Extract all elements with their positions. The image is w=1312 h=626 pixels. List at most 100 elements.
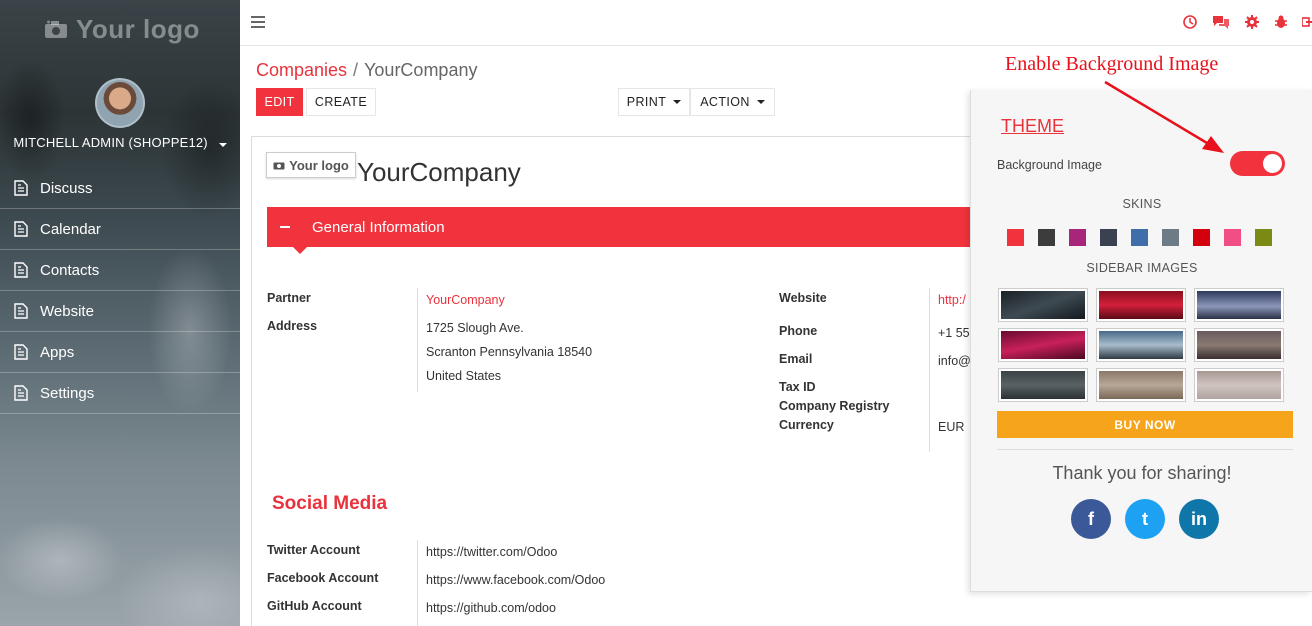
caret-down-icon <box>756 100 765 104</box>
sidebar-item-settings[interactable]: Settings <box>0 373 240 414</box>
skin-swatch[interactable] <box>1100 229 1117 246</box>
action-dropdown[interactable]: ACTION <box>690 88 775 116</box>
sidebar-image-thumbnail[interactable] <box>999 289 1087 321</box>
sidebar-image-thumbnail[interactable] <box>1195 329 1283 361</box>
partner-link[interactable]: YourCompany <box>426 293 505 307</box>
website-label: Website <box>779 291 827 305</box>
linkedin-icon: in <box>1191 508 1207 529</box>
bug-icon[interactable] <box>1274 14 1288 30</box>
sidebar-image-thumbnail[interactable] <box>1097 369 1185 401</box>
sidebar-item-label: Discuss <box>40 179 93 197</box>
buy-now-button[interactable]: BUY NOW <box>997 411 1293 438</box>
website-link[interactable]: http:/ <box>938 293 966 307</box>
field-divider <box>417 540 418 626</box>
linkedin-share-button[interactable]: in <box>1179 499 1219 539</box>
facebook-icon: f <box>1088 508 1094 529</box>
toggle-knob <box>1263 154 1282 173</box>
skin-swatch[interactable] <box>1162 229 1179 246</box>
facebook-label: Facebook Account <box>267 571 379 585</box>
skin-swatch[interactable] <box>1255 229 1272 246</box>
social-media-title: Social Media <box>272 493 388 514</box>
camera-icon <box>273 162 285 170</box>
skin-swatch[interactable] <box>1069 229 1086 246</box>
panel-divider <box>997 449 1293 450</box>
background-image-toggle[interactable] <box>1230 151 1285 176</box>
taxid-label: Tax ID <box>779 380 816 394</box>
address-line-1: 1725 Slough Ave. <box>426 321 524 335</box>
caret-down-icon <box>218 143 227 147</box>
sidebar-menu: Discuss Calendar Contacts Website Apps S… <box>0 168 240 414</box>
user-name: MITCHELL ADMIN (SHOPPE12) <box>13 135 208 150</box>
skin-swatch[interactable] <box>1193 229 1210 246</box>
chat-icon[interactable] <box>1212 14 1230 30</box>
skin-swatch[interactable] <box>1038 229 1055 246</box>
twitter-share-button[interactable]: t <box>1125 499 1165 539</box>
skin-swatch[interactable] <box>1224 229 1241 246</box>
company-logo[interactable]: Your logo <box>266 152 356 178</box>
address-label: Address <box>267 319 318 333</box>
sidebar-image-thumbnail[interactable] <box>1195 289 1283 321</box>
clock-icon[interactable] <box>1182 14 1198 30</box>
sidebar-item-label: Apps <box>40 343 75 361</box>
breadcrumb-companies-link[interactable]: Companies <box>256 60 347 80</box>
sidebar-images-grid <box>999 289 1283 401</box>
document-icon <box>14 385 28 401</box>
twitter-value: https://twitter.com/Odoo <box>426 545 558 559</box>
skin-swatch[interactable] <box>1007 229 1024 246</box>
document-icon <box>14 344 28 360</box>
twitter-label: Twitter Account <box>267 543 361 557</box>
sidebar-item-website[interactable]: Website <box>0 291 240 332</box>
sidebar-item-label: Website <box>40 302 94 320</box>
sidebar-logo[interactable]: Your logo <box>44 12 204 46</box>
sidebar-item-label: Contacts <box>40 261 100 279</box>
avatar[interactable] <box>95 78 145 128</box>
field-divider <box>929 288 930 452</box>
sidebar-image-thumbnail[interactable] <box>999 369 1087 401</box>
theme-panel: THEME Background Image SKINS SIDEBAR IMA… <box>970 90 1312 592</box>
sidebar-item-label: Settings <box>40 384 95 402</box>
top-bar <box>240 0 1312 46</box>
sidebar-item-discuss[interactable]: Discuss <box>0 168 240 209</box>
company-name: YourCompany <box>357 157 521 187</box>
sidebar-image-thumbnail[interactable] <box>1195 369 1283 401</box>
print-label: PRINT <box>626 95 667 109</box>
skins-list <box>1007 229 1272 246</box>
email-label: Email <box>779 352 813 366</box>
breadcrumb: Companies / YourCompany <box>256 60 477 81</box>
user-menu[interactable]: MITCHELL ADMIN (SHOPPE12) <box>0 135 240 150</box>
github-value: https://github.com/odoo <box>426 601 556 615</box>
create-button[interactable]: CREATE <box>306 88 376 116</box>
logout-icon[interactable] <box>1302 14 1312 30</box>
print-dropdown[interactable]: PRINT <box>618 88 690 116</box>
sidebar-item-contacts[interactable]: Contacts <box>0 250 240 291</box>
company-registry-label: Company Registry <box>779 399 890 413</box>
skin-swatch[interactable] <box>1131 229 1148 246</box>
breadcrumb-separator: / <box>353 60 359 80</box>
sidebar-item-apps[interactable]: Apps <box>0 332 240 373</box>
section-general-information[interactable]: General Information <box>267 207 977 254</box>
sidebar-image-thumbnail[interactable] <box>1097 329 1185 361</box>
sidebar-item-calendar[interactable]: Calendar <box>0 209 240 250</box>
phone-label: Phone <box>779 324 818 338</box>
edit-button[interactable]: EDIT <box>256 88 303 116</box>
camera-icon <box>45 20 67 38</box>
document-icon <box>14 180 28 196</box>
sidebar-image-thumbnail[interactable] <box>999 329 1087 361</box>
partner-label: Partner <box>267 291 311 305</box>
company-logo-text: Your logo <box>289 157 349 173</box>
gear-icon[interactable] <box>1244 14 1260 30</box>
document-icon <box>14 303 28 319</box>
theme-title: THEME <box>1001 116 1064 136</box>
twitter-icon: t <box>1142 508 1148 529</box>
field-divider <box>417 288 418 392</box>
email-value: info@ <box>938 354 971 368</box>
document-icon <box>14 221 28 237</box>
logo-text: Your logo <box>76 13 200 44</box>
caret-down-icon <box>673 100 682 104</box>
sidebar: Your logo MITCHELL ADMIN (SHOPPE12) Disc… <box>0 0 240 626</box>
hamburger-menu-icon[interactable] <box>250 14 266 30</box>
sidebar-image-thumbnail[interactable] <box>1097 289 1185 321</box>
facebook-share-button[interactable]: f <box>1071 499 1111 539</box>
collapse-icon <box>280 226 290 228</box>
annotation-text: Enable Background Image <box>1005 53 1219 75</box>
